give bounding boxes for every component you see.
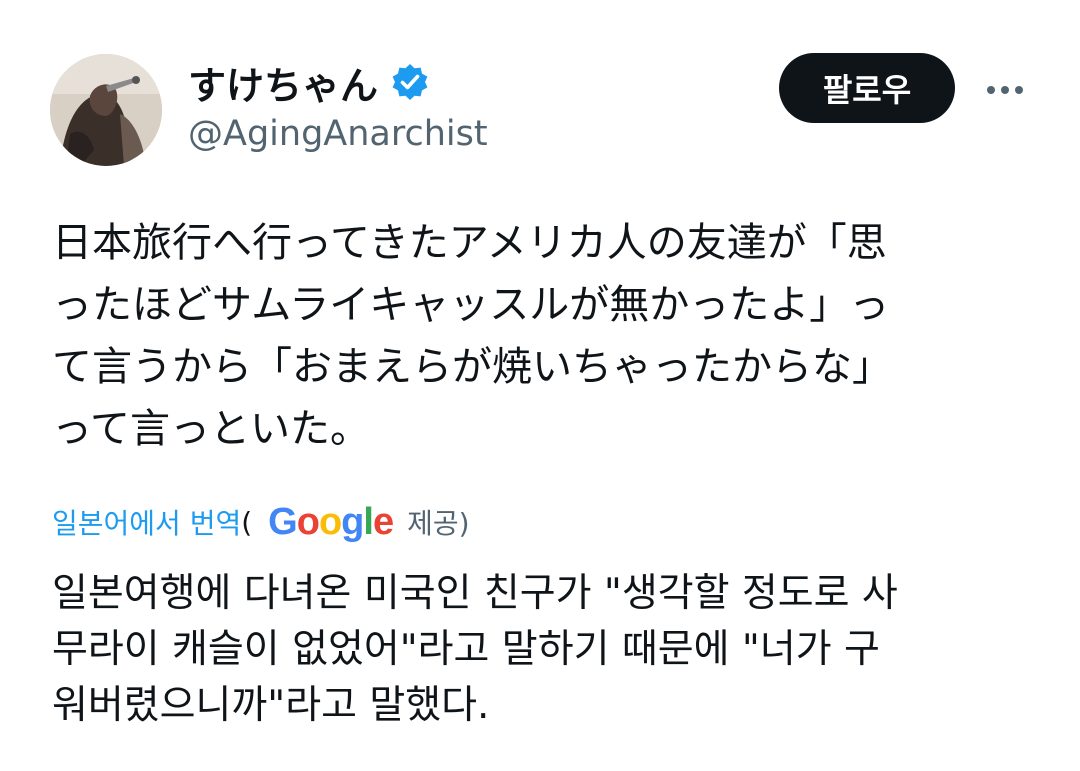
google-logo: Google — [268, 500, 394, 543]
author-name-row: すけちゃん — [188, 56, 430, 108]
verified-badge-icon — [390, 62, 430, 102]
author-handle[interactable]: @AgingAnarchist — [188, 114, 488, 154]
translation-attribution: 일본어에서 번역 ( Google 제공) — [52, 497, 470, 547]
provided-by-label: 제공) — [407, 507, 470, 540]
follow-button[interactable]: 팔로우 — [779, 53, 955, 123]
translated-text: 일본여행에 다녀온 미국인 친구가 "생각할 정도로 사 무라이 캐슬이 없었어… — [52, 566, 1042, 734]
avatar-photo — [50, 54, 162, 166]
tweet-text: 日本旅行へ行ってきたアメリカ人の友達が「思 ったほどサムライキャッスルが無かった… — [52, 212, 1042, 460]
tweet-header: すけちゃん @AgingAnarchist 팔로우 — [0, 0, 1080, 190]
translated-text-line: 워버렸으니까"라고 말했다. — [52, 683, 490, 728]
paren-open: ( — [241, 505, 253, 539]
tweet-text-line: って言っといた。 — [52, 406, 370, 452]
tweet-text-line: ったほどサムライキャッスルが無かったよ」っ — [52, 282, 890, 328]
avatar[interactable] — [50, 54, 162, 166]
more-horizontal-icon[interactable] — [980, 70, 1030, 110]
translated-text-line: 무라이 캐슬이 없었어"라고 말하기 때문에 "너가 구 — [52, 627, 880, 672]
tweet-text-line: て言うから「おまえらが焼いちゃったからな」 — [52, 344, 892, 390]
translated-text-line: 일본여행에 다녀온 미국인 친구가 "생각할 정도로 사 — [52, 571, 898, 616]
tweet-text-line: 日本旅行へ行ってきたアメリカ人の友達が「思 — [52, 220, 887, 266]
display-name[interactable]: すけちゃん — [188, 55, 378, 110]
translated-from-link[interactable]: 일본어에서 번역 — [52, 502, 241, 542]
